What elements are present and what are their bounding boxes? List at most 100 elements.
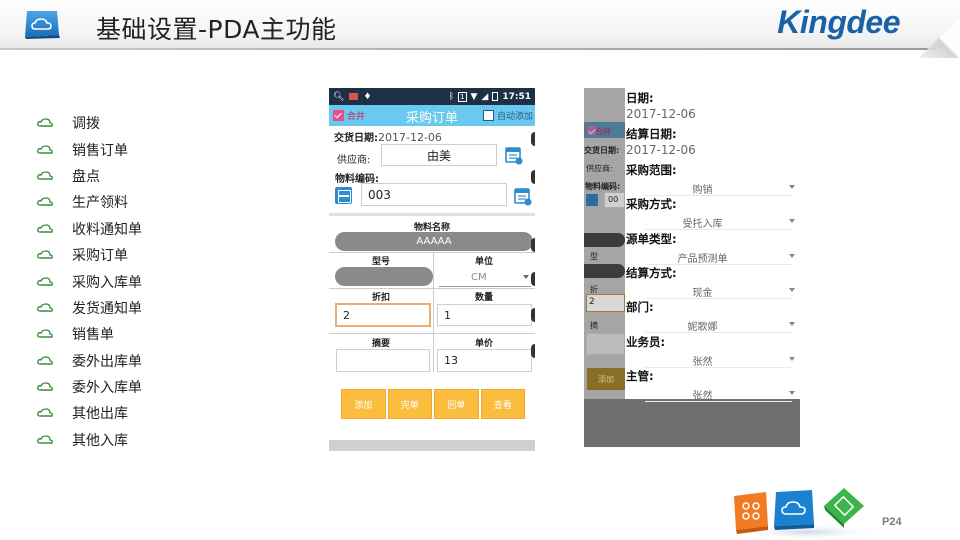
row-divider xyxy=(329,333,535,334)
popup-field-label: 结算方式: xyxy=(626,265,677,280)
cloud-bullet-icon xyxy=(37,435,53,444)
view-button[interactable]: 查看 xyxy=(480,389,525,419)
list-item-label: 委外入库单 xyxy=(72,380,142,397)
scroll-knob xyxy=(531,132,535,146)
popup-field-label: 结算日期: xyxy=(626,127,677,141)
popup-field-label: 日期: xyxy=(626,91,654,105)
cloud-bullet-icon xyxy=(37,171,53,180)
dimmed-material-label: 物料编码: xyxy=(585,182,621,191)
popup-field-label: 采购范围: xyxy=(626,163,677,177)
list-item: 委外入库单 xyxy=(37,374,142,400)
scroll-knob xyxy=(531,272,535,286)
page-title: 基础设置-PDA主功能 xyxy=(96,15,337,44)
unit-select[interactable]: CM xyxy=(471,272,487,283)
popup-field-label: 业务员: xyxy=(626,334,666,349)
cloud-bullet-icon xyxy=(37,408,53,418)
popup-date-value[interactable]: 2017-12-06 xyxy=(626,143,696,157)
dimmed-summary-input xyxy=(586,333,625,355)
cloud-bullet-icon xyxy=(37,382,53,391)
list-item: 收料通知单 xyxy=(37,216,142,242)
supplier-calendar-icon[interactable] xyxy=(505,145,523,165)
sim-icon: 1 xyxy=(458,91,467,102)
dimmed-code-partial: 00 xyxy=(608,195,619,204)
quantity-header: 数量 xyxy=(474,293,493,303)
popup-select[interactable]: 妮歌娜 xyxy=(625,318,800,333)
price-header: 单价 xyxy=(474,339,493,349)
delivery-date-field[interactable]: 交货日期:2017-12-06 xyxy=(334,129,442,144)
popup-field-label: 采购方式: xyxy=(626,197,677,212)
list-item: 委外出库单 xyxy=(37,348,142,374)
unit-header: 单位 xyxy=(474,257,493,267)
popup-select[interactable]: 张然 xyxy=(625,353,800,368)
dimmed-supplier-label: 供应商: xyxy=(586,164,613,173)
checkbox-unchecked-icon xyxy=(482,110,494,121)
cloud-bullet-icon xyxy=(37,303,53,312)
model-value[interactable] xyxy=(335,267,433,286)
delivery-date-label: 交货日期: xyxy=(334,133,378,144)
cloud-logo-icon xyxy=(25,11,60,39)
select-underline xyxy=(645,297,792,299)
discount-header: 折扣 xyxy=(371,293,390,303)
dimmed-model-pill xyxy=(584,264,625,278)
summary-input[interactable] xyxy=(336,349,430,372)
dimmed-model-label: 型 xyxy=(590,252,598,261)
title-bar: 合并 采购订单 自动添加 xyxy=(329,105,535,126)
chevron-down-icon xyxy=(789,322,795,327)
scan-barcode-icon[interactable] xyxy=(335,187,352,204)
popup-select[interactable]: 购销 xyxy=(625,181,800,196)
row-divider xyxy=(329,252,535,253)
list-item-label: 盘点 xyxy=(72,168,100,185)
column-divider xyxy=(433,252,434,372)
list-item: 销售订单 xyxy=(37,136,142,162)
popup-select[interactable]: 产品预测单 xyxy=(625,250,800,265)
quantity-input[interactable]: 1 xyxy=(437,304,532,326)
material-code-input[interactable]: 003 xyxy=(361,183,507,206)
battery-icon xyxy=(492,92,499,101)
dimmed-merge-label: 合并 xyxy=(595,127,611,136)
popup-select[interactable]: 受托入库 xyxy=(625,215,800,230)
list-item-label: 收料通知单 xyxy=(72,221,142,238)
list-item-label: 销售订单 xyxy=(72,142,128,159)
chevron-down-icon xyxy=(789,287,795,292)
wifi-icon: ▼ xyxy=(470,91,478,102)
cloud-bullet-icon xyxy=(37,356,53,365)
cloud-bullet-icon xyxy=(37,197,53,207)
auto-add-checkbox[interactable]: 自动添加 xyxy=(482,109,533,122)
dimmed-name-pill xyxy=(584,233,625,247)
chevron-down-icon xyxy=(523,275,529,279)
price-input[interactable]: 13 xyxy=(437,349,532,372)
discount-input[interactable]: 2 xyxy=(335,303,431,327)
popup-date-value[interactable]: 2017-12-06 xyxy=(626,107,696,121)
popup-select[interactable]: 张然 xyxy=(625,387,800,402)
kingdee-cubes-decoration xyxy=(733,488,878,540)
list-item: 销售单 xyxy=(37,321,142,347)
feature-list: 调拨 销售订单 盘点 生产领料 收料通知单 采购订单 采购入库单 发货通知单 销售单 委外出库单委… xyxy=(37,110,142,453)
kingdee-brand-logo: Kingdee xyxy=(777,4,900,40)
dimmed-add-button: 添加 xyxy=(587,368,625,390)
unit-underline xyxy=(439,286,531,287)
return-order-button[interactable]: 回单 xyxy=(434,389,479,419)
dimmed-discount-value: 2 xyxy=(589,297,595,307)
material-calendar-icon[interactable] xyxy=(514,186,532,206)
select-underline xyxy=(645,332,792,334)
chevron-down-icon xyxy=(789,253,795,258)
chevron-down-icon xyxy=(789,219,795,224)
popup-select[interactable]: 现金 xyxy=(625,284,800,299)
phone-screen-header-popup: 合并 交货日期: 供应商: 物料编码: 00 型 折 2 摘 添加 日期: 201… xyxy=(584,88,800,447)
search-icon: 🔍︎ xyxy=(333,91,345,102)
complete-order-button[interactable]: 完单 xyxy=(387,389,432,419)
auto-add-label: 自动添加 xyxy=(496,112,533,122)
supplier-label: 供应商: xyxy=(337,155,371,166)
list-item-label: 调拨 xyxy=(72,116,100,133)
list-item: 其他出库 xyxy=(37,400,142,426)
header-info-popup: 日期: 2017-12-06 结算日期: 2017-12-06 采购范围: 购销 采购方式:… xyxy=(625,88,800,402)
list-item-label: 委外出库单 xyxy=(72,353,142,370)
dimmed-delivery-label: 交货日期: xyxy=(584,146,620,155)
select-underline xyxy=(645,400,792,402)
supplier-input[interactable]: 由美 xyxy=(381,144,497,166)
list-item: 采购订单 xyxy=(37,242,142,268)
add-button[interactable]: 添加 xyxy=(341,389,386,419)
cloud-bullet-icon xyxy=(37,329,53,338)
material-name-value: AAAAA xyxy=(335,232,533,251)
status-time: 17:51 xyxy=(502,91,531,102)
